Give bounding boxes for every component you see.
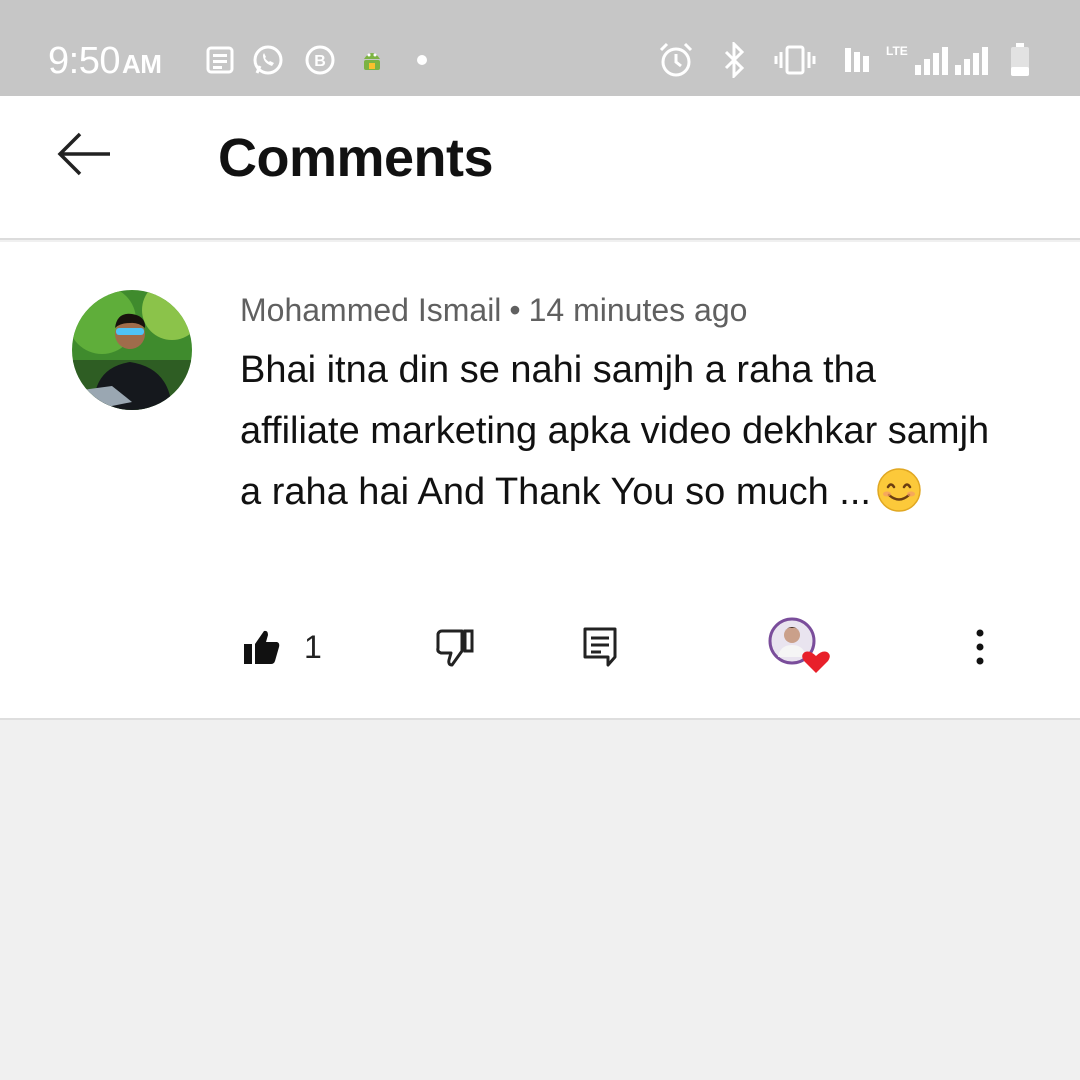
- creator-heart-icon: [768, 617, 830, 673]
- status-time: 9:50AM: [48, 38, 162, 87]
- comment-author[interactable]: Mohammed Ismail: [240, 292, 501, 328]
- alarm-icon: [656, 42, 696, 78]
- signal-icon: [910, 42, 994, 78]
- dot-icon: [414, 42, 430, 78]
- smiling-face-icon: [877, 468, 921, 512]
- vibrate-icon: [772, 42, 818, 78]
- svg-text:B: B: [314, 53, 326, 70]
- reply-icon: [583, 627, 617, 667]
- comment-meta: Mohammed Ismail • 14 minutes ago: [240, 290, 747, 330]
- more-options-icon: [976, 629, 984, 665]
- avatar[interactable]: [72, 290, 192, 410]
- status-time-value: 9:50: [48, 40, 120, 82]
- dislike-icon: [436, 629, 474, 667]
- reply-button[interactable]: [580, 612, 620, 682]
- bluetooth-icon: [720, 42, 748, 78]
- comment-item: Mohammed Ismail • 14 minutes ago Bhai itna…: [0, 242, 1080, 720]
- android-icon: [356, 42, 388, 78]
- creator-heart[interactable]: [768, 612, 836, 682]
- back-button[interactable]: [48, 124, 120, 184]
- whatsapp-icon: [250, 42, 286, 78]
- dislike-button[interactable]: [434, 612, 476, 682]
- comment-body: Bhai itna din se nahi samjh a raha tha a…: [240, 340, 1000, 523]
- status-time-ampm: AM: [121, 49, 162, 79]
- meta-separator: •: [509, 292, 521, 328]
- like-icon: [244, 630, 280, 664]
- like-button[interactable]: 1: [242, 612, 322, 682]
- news-icon: [204, 42, 236, 78]
- back-arrow-icon: [57, 132, 110, 176]
- comment-time: 14 minutes ago: [528, 292, 748, 328]
- network-label: LTE: [886, 44, 908, 58]
- like-count: 1: [304, 628, 322, 665]
- more-options-button[interactable]: [966, 612, 994, 682]
- volte-icon: [843, 46, 875, 74]
- battery-icon: [1008, 42, 1032, 78]
- comment-actions: 1: [0, 612, 1080, 682]
- page-title: Comments: [218, 128, 494, 188]
- b-icon: B: [302, 42, 338, 78]
- app-header: Comments: [0, 96, 1080, 240]
- status-bar: 9:50AM B LTE: [0, 0, 1080, 96]
